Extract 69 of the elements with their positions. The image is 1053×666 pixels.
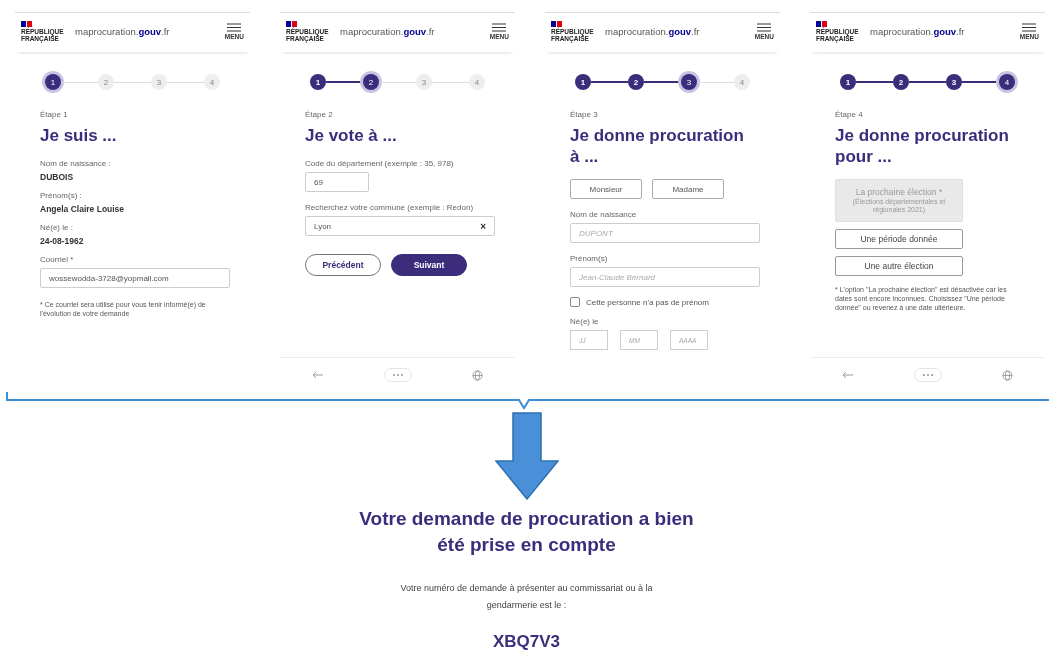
field-label: Courriel * bbox=[40, 254, 75, 265]
step-indicator: 3 bbox=[681, 74, 697, 90]
input-field[interactable]: wossewodda-3728@yopmail.com bbox=[40, 268, 230, 288]
flag-icon bbox=[286, 21, 298, 27]
site-name: maprocuration.gouv.fr bbox=[604, 26, 701, 37]
field-label: Code du département (exemple : 35, 978) bbox=[305, 158, 455, 169]
field-label: Recherchez votre commune (exemple : Redon) bbox=[305, 202, 475, 213]
step-indicator: 2 bbox=[363, 74, 379, 90]
back-arrow-icon[interactable] bbox=[312, 371, 324, 379]
step-indicator: 1 bbox=[310, 74, 326, 90]
field-label: Né(e) le : bbox=[40, 222, 74, 233]
clear-icon[interactable]: × bbox=[480, 220, 486, 232]
step-indicator: 4 bbox=[469, 74, 485, 90]
confirmation-message: Votre numéro de demande à présenter au commissariat ou à la gendarmerie est le : bbox=[399, 582, 654, 612]
page-title: Je donne procuration pour ... bbox=[835, 125, 1010, 167]
menu-icon[interactable] bbox=[492, 23, 507, 32]
step-indicator: 2 bbox=[98, 74, 114, 90]
step-indicator: 1 bbox=[840, 74, 856, 90]
checkbox-label: Cette personne n'a pas de prénom bbox=[586, 297, 709, 307]
previous-button[interactable]: Précédent bbox=[305, 254, 381, 276]
field-label: Prénom(s) : bbox=[40, 190, 83, 201]
step-label: Étape 2 bbox=[305, 110, 334, 119]
menu-icon[interactable] bbox=[227, 23, 242, 32]
field-label: Nom de naissance bbox=[570, 209, 638, 220]
step-indicator: 2 bbox=[893, 74, 909, 90]
step-indicator: 4 bbox=[204, 74, 220, 90]
step-label: Étape 1 bbox=[40, 110, 69, 119]
input-field[interactable]: 69 bbox=[305, 172, 369, 192]
request-code: XBQ7V3 bbox=[492, 632, 561, 652]
step-indicator: 3 bbox=[151, 74, 167, 90]
site-name: maprocuration.gouv.fr bbox=[869, 26, 966, 37]
more-icon[interactable] bbox=[384, 368, 412, 382]
field-value: 24-08-1962 bbox=[40, 236, 85, 246]
step-indicator: 1 bbox=[575, 74, 591, 90]
step-indicator: 4 bbox=[999, 74, 1015, 90]
field-value: DUBOIS bbox=[40, 172, 75, 182]
step-label: Étape 4 bbox=[835, 110, 864, 119]
step-indicator: 3 bbox=[946, 74, 962, 90]
step-indicator: 3 bbox=[416, 74, 432, 90]
page-title: Je suis ... bbox=[40, 125, 118, 146]
page-title: Je donne procuration à ... bbox=[570, 125, 745, 167]
field-value: Angela Claire Louise bbox=[40, 204, 126, 214]
globe-icon[interactable] bbox=[1002, 369, 1013, 381]
option-button[interactable]: Monsieur bbox=[570, 179, 642, 199]
next-button[interactable]: Suivant bbox=[391, 254, 467, 276]
field-label: Nom de naissance : bbox=[40, 158, 112, 169]
site-name: maprocuration.gouv.fr bbox=[339, 26, 436, 37]
menu-icon[interactable] bbox=[1022, 23, 1037, 32]
step-indicator: 4 bbox=[734, 74, 750, 90]
flag-icon bbox=[816, 21, 828, 27]
site-name: maprocuration.gouv.fr bbox=[74, 26, 171, 37]
flag-icon bbox=[551, 21, 563, 27]
field-label: Prénom(s) bbox=[570, 253, 609, 264]
choice-button[interactable]: Une période donnée bbox=[835, 229, 963, 249]
confirmation-title: Votre demande de procuration a bien été prise en compte bbox=[359, 507, 694, 557]
flag-icon bbox=[21, 21, 33, 27]
step-indicator: 1 bbox=[45, 74, 61, 90]
option-button[interactable]: Madame bbox=[652, 179, 724, 199]
input-field[interactable]: Lyon × bbox=[305, 216, 495, 236]
menu-icon[interactable] bbox=[757, 23, 772, 32]
step-label: Étape 3 bbox=[570, 110, 599, 119]
checkbox[interactable] bbox=[570, 297, 580, 307]
field-label: Né(e) le bbox=[570, 316, 600, 327]
step-indicator: 2 bbox=[628, 74, 644, 90]
globe-icon[interactable] bbox=[472, 369, 483, 381]
page-title: Je vote à ... bbox=[305, 125, 398, 146]
back-arrow-icon[interactable] bbox=[842, 371, 854, 379]
more-icon[interactable] bbox=[914, 368, 942, 382]
choice-button[interactable]: Une autre élection bbox=[835, 256, 963, 276]
